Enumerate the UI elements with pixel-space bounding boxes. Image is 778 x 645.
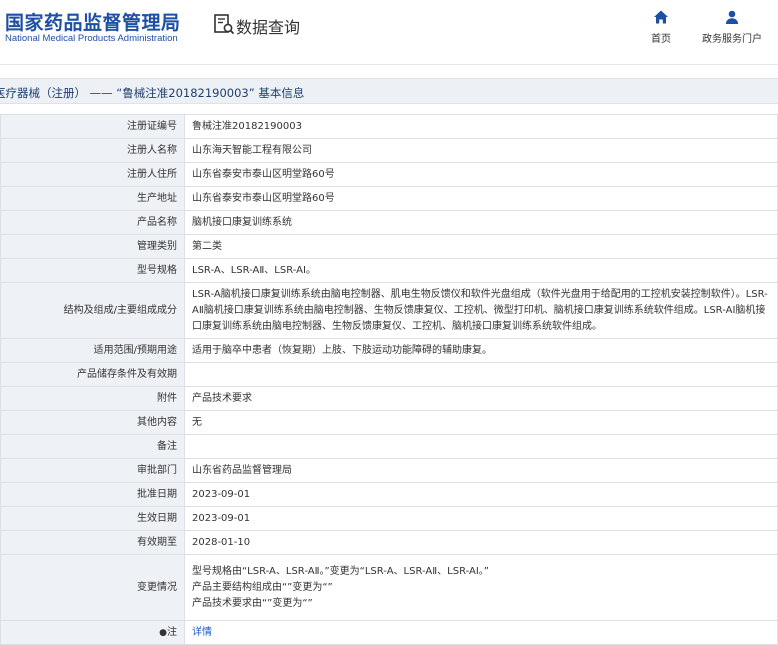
label-expiry: 有效期至 (0, 530, 185, 555)
label-other: 其他内容 (0, 410, 185, 435)
label-attachment: 附件 (0, 386, 185, 411)
nav-service-portal-label: 政务服务门户 (702, 34, 762, 45)
table-row: 其他内容 无 (0, 410, 778, 435)
table-row: 产品储存条件及有效期 (0, 362, 778, 387)
details-link[interactable]: 详情 (192, 627, 212, 638)
value-model: LSR-A、LSR-AⅡ、LSR-AⅠ。 (184, 258, 778, 283)
label-note: ●注 (0, 620, 185, 645)
breadcrumb-text: 医疗器械（注册） —— “鲁械注准20182190003” 基本信息 (0, 86, 305, 100)
value-product-name: 脑机接口康复训练系统 (184, 210, 778, 235)
table-row: 审批部门 山东省药品监督管理局 (0, 458, 778, 483)
value-structure-text: LSR-A脑机接口康复训练系统由脑电控制器、肌电生物反馈仪和软件光盘组成（软件光… (192, 288, 768, 332)
table-row: 型号规格 LSR-A、LSR-AⅡ、LSR-AⅠ。 (0, 258, 778, 283)
table-row: 管理类别 第二类 (0, 234, 778, 259)
registration-detail-table: 注册证编号 鲁械注准20182190003 注册人名称 山东海天智能工程有限公司… (0, 114, 778, 645)
pin-icon: ● (159, 627, 167, 638)
label-change: 变更情况 (0, 554, 185, 621)
home-icon (654, 10, 668, 24)
value-change: 型号规格由“LSR-A、LSR-AⅡ。”变更为“LSR-A、LSR-AⅡ、LSR… (184, 554, 778, 621)
nav-home-label: 首页 (651, 34, 671, 45)
value-approve-date: 2023-09-01 (184, 482, 778, 507)
table-row: 批准日期 2023-09-01 (0, 482, 778, 507)
label-registrant: 注册人名称 (0, 138, 185, 163)
table-row: 生产地址 山东省泰安市泰山区明堂路60号 (0, 186, 778, 211)
header-divider (0, 64, 778, 65)
table-row: 注册证编号 鲁械注准20182190003 (0, 114, 778, 139)
table-row: 结构及组成/主要组成成分 LSR-A脑机接口康复训练系统由脑电控制器、肌电生物反… (0, 282, 778, 339)
data-query-title: 数据查询 (236, 18, 301, 37)
label-note-text: 注 (167, 626, 177, 638)
value-registrant: 山东海天智能工程有限公司 (184, 138, 778, 163)
label-reg-no: 注册证编号 (0, 114, 185, 139)
table-row: 注册人住所 山东省泰安市泰山区明堂路60号 (0, 162, 778, 187)
value-remark (184, 434, 778, 459)
table-row: 适用范围/预期用途 适用于脑卒中患者（恢复期）上肢、下肢运动功能障碍的辅助康复。 (0, 338, 778, 363)
nav-home[interactable]: 首页 (645, 9, 677, 45)
breadcrumb: 医疗器械（注册） —— “鲁械注准20182190003” 基本信息 (0, 78, 778, 104)
table-row: 产品名称 脑机接口康复训练系统 (0, 210, 778, 235)
table-row: 备注 (0, 434, 778, 459)
table-row: 变更情况 型号规格由“LSR-A、LSR-AⅡ。”变更为“LSR-A、LSR-A… (0, 554, 778, 621)
change-line: 产品主要结构组成由“”变更为“” (192, 581, 333, 593)
table-row: 生效日期 2023-09-01 (0, 506, 778, 531)
table-row: 有效期至 2028-01-10 (0, 530, 778, 555)
data-query-icon (214, 14, 235, 35)
label-effective-date: 生效日期 (0, 506, 185, 531)
label-production-address: 生产地址 (0, 186, 185, 211)
table-row: ●注 详情 (0, 620, 778, 645)
table-row: 注册人名称 山东海天智能工程有限公司 (0, 138, 778, 163)
value-other: 无 (184, 410, 778, 435)
value-structure: LSR-A脑机接口康复训练系统由脑电控制器、肌电生物反馈仪和软件光盘组成（软件光… (184, 282, 778, 339)
label-approve-date: 批准日期 (0, 482, 185, 507)
change-line: 产品技术要求由“”变更为“” (192, 597, 313, 609)
label-remark: 备注 (0, 434, 185, 459)
value-approval-dept: 山东省药品监督管理局 (184, 458, 778, 483)
site-header: 国家药品监督管理局 National Medical Products Admi… (0, 0, 778, 62)
table-row: 附件 产品技术要求 (0, 386, 778, 411)
user-icon (725, 10, 739, 24)
value-effective-date: 2023-09-01 (184, 506, 778, 531)
value-note: 详情 (184, 620, 778, 645)
label-approval-dept: 审批部门 (0, 458, 185, 483)
label-model: 型号规格 (0, 258, 185, 283)
label-storage: 产品储存条件及有效期 (0, 362, 185, 387)
site-logo-en[interactable]: National Medical Products Administration (5, 33, 178, 44)
nav-service-portal[interactable]: 政务服务门户 (700, 9, 764, 45)
label-category: 管理类别 (0, 234, 185, 259)
label-scope: 适用范围/预期用途 (0, 338, 185, 363)
value-address: 山东省泰安市泰山区明堂路60号 (184, 162, 778, 187)
label-structure: 结构及组成/主要组成成分 (0, 282, 185, 339)
label-address: 注册人住所 (0, 162, 185, 187)
value-expiry: 2028-01-10 (184, 530, 778, 555)
value-reg-no: 鲁械注准20182190003 (184, 114, 778, 139)
label-product-name: 产品名称 (0, 210, 185, 235)
value-attachment: 产品技术要求 (184, 386, 778, 411)
change-line: 型号规格由“LSR-A、LSR-AⅡ。”变更为“LSR-A、LSR-AⅡ、LSR… (192, 565, 489, 577)
value-scope: 适用于脑卒中患者（恢复期）上肢、下肢运动功能障碍的辅助康复。 (184, 338, 778, 363)
site-logo-cn[interactable]: 国家药品监督管理局 (5, 8, 181, 35)
value-category: 第二类 (184, 234, 778, 259)
value-storage (184, 362, 778, 387)
value-production-address: 山东省泰安市泰山区明堂路60号 (184, 186, 778, 211)
